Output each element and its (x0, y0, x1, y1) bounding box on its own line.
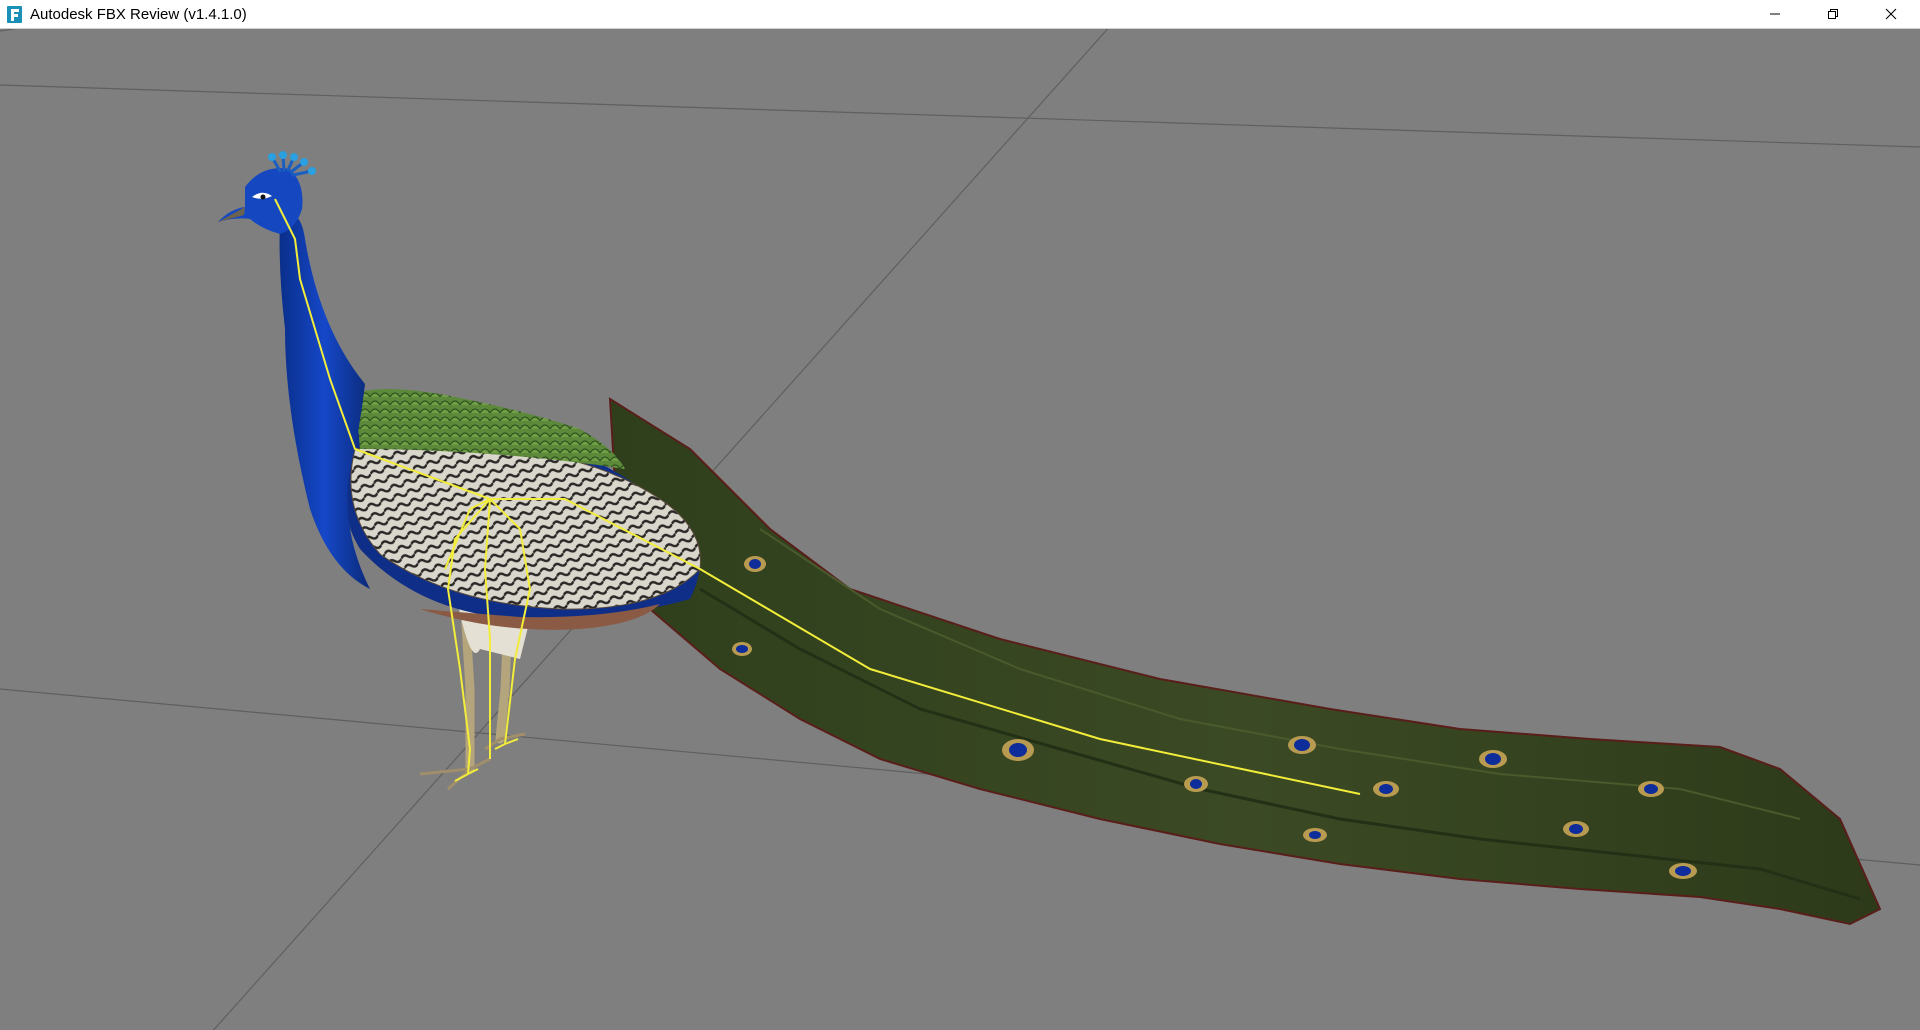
tail-feathers (608, 397, 1882, 926)
minimize-button[interactable] (1746, 0, 1804, 29)
close-button[interactable] (1862, 0, 1920, 29)
title-bar[interactable]: Autodesk FBX Review (v1.4.1.0) (0, 0, 1920, 29)
window-controls (1746, 0, 1920, 29)
3d-viewport[interactable] (0, 29, 1920, 1030)
restore-button[interactable] (1804, 0, 1862, 29)
close-icon (1885, 8, 1897, 20)
window-title: Autodesk FBX Review (v1.4.1.0) (30, 5, 247, 23)
peacock-model[interactable] (218, 151, 1882, 926)
head (218, 168, 303, 234)
app-window: Autodesk FBX Review (v1.4.1.0) (0, 0, 1920, 1030)
fbx-review-logo-icon (6, 5, 23, 23)
restore-icon (1828, 9, 1838, 19)
scene-canvas[interactable] (0, 29, 1920, 1030)
minimize-icon (1770, 13, 1780, 15)
